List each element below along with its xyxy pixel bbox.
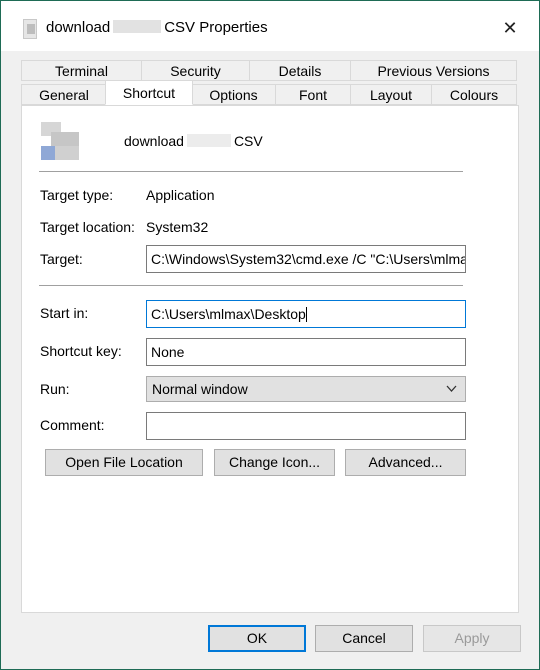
advanced-button[interactable]: Advanced... bbox=[345, 449, 466, 476]
redacted-text bbox=[186, 134, 231, 147]
run-label: Run: bbox=[40, 381, 70, 397]
title-bar[interactable]: download CSV Properties ✕ bbox=[1, 1, 539, 51]
ok-button[interactable]: OK bbox=[208, 625, 306, 652]
comment-input[interactable] bbox=[146, 412, 466, 440]
start-in-label: Start in: bbox=[40, 305, 89, 321]
title-suffix: CSV Properties bbox=[164, 19, 268, 36]
shortcut-name: download CSV bbox=[124, 133, 263, 149]
name-prefix: download bbox=[124, 133, 184, 149]
tab-details[interactable]: Details bbox=[249, 60, 351, 81]
properties-dialog: download CSV Properties ✕ Terminal Securi… bbox=[0, 0, 540, 670]
file-icon bbox=[41, 122, 81, 162]
text-caret bbox=[305, 307, 307, 322]
close-icon[interactable]: ✕ bbox=[495, 13, 525, 43]
title-prefix: download bbox=[46, 19, 111, 36]
shortcut-key-label: Shortcut key: bbox=[40, 343, 122, 359]
apply-button[interactable]: Apply bbox=[423, 625, 521, 652]
tab-options[interactable]: Options bbox=[191, 84, 276, 105]
divider bbox=[39, 285, 463, 286]
tab-previous-versions[interactable]: Previous Versions bbox=[350, 60, 517, 81]
tab-layout[interactable]: Layout bbox=[350, 84, 432, 105]
divider bbox=[39, 171, 463, 172]
open-file-location-button[interactable]: Open File Location bbox=[45, 449, 203, 476]
shortcut-key-input[interactable]: None bbox=[146, 338, 466, 366]
change-icon-button[interactable]: Change Icon... bbox=[214, 449, 335, 476]
target-type-value: Application bbox=[146, 187, 215, 203]
target-location-label: Target location: bbox=[40, 219, 135, 235]
tab-font[interactable]: Font bbox=[275, 84, 351, 105]
target-label: Target: bbox=[40, 251, 83, 267]
name-suffix: CSV bbox=[233, 133, 263, 149]
comment-label: Comment: bbox=[40, 417, 105, 433]
window-title: download CSV Properties bbox=[46, 19, 268, 36]
target-input[interactable]: C:\Windows\System32\cmd.exe /C "C:\Users… bbox=[146, 245, 466, 273]
document-icon bbox=[21, 19, 39, 39]
tab-colours[interactable]: Colours bbox=[431, 84, 517, 105]
chevron-down-icon bbox=[446, 377, 457, 410]
cancel-button[interactable]: Cancel bbox=[315, 625, 413, 652]
tab-security[interactable]: Security bbox=[141, 60, 250, 81]
start-in-value: C:\Users\mlmax\Desktop bbox=[151, 306, 306, 322]
tab-general[interactable]: General bbox=[21, 84, 107, 105]
run-select-value: Normal window bbox=[152, 381, 248, 397]
redacted-text bbox=[113, 20, 162, 33]
start-in-input[interactable]: C:\Users\mlmax\Desktop bbox=[146, 300, 466, 328]
run-select[interactable]: Normal window bbox=[146, 376, 466, 402]
tab-shortcut[interactable]: Shortcut bbox=[105, 80, 193, 105]
tab-terminal[interactable]: Terminal bbox=[21, 60, 142, 81]
target-type-label: Target type: bbox=[40, 187, 114, 203]
target-location-value: System32 bbox=[146, 219, 209, 235]
